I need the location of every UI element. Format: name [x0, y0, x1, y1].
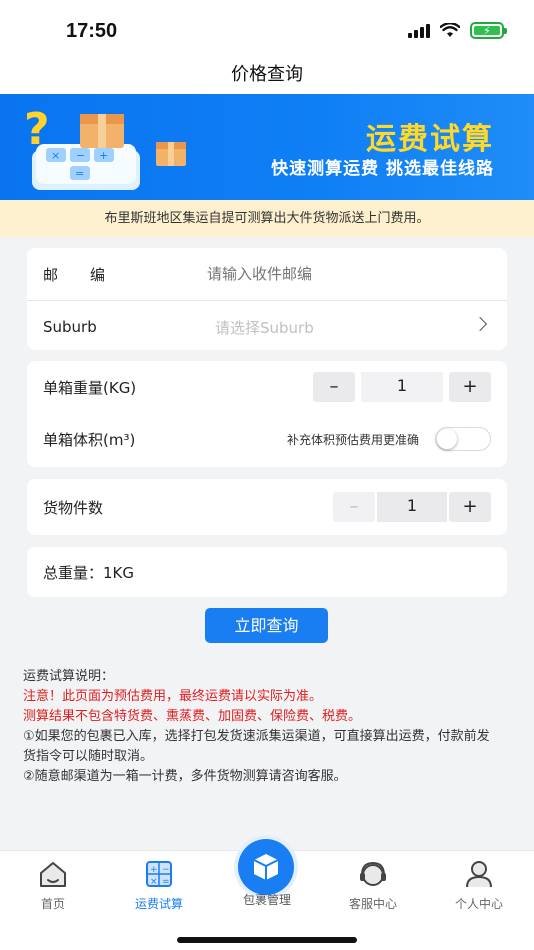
svg-text:=: =	[162, 877, 170, 887]
pieces-plus-button[interactable]: +	[449, 492, 491, 522]
home-icon	[40, 862, 66, 887]
suburb-row[interactable]: Suburb 请选择Suburb	[27, 301, 507, 353]
tab-packages[interactable]	[238, 839, 294, 895]
svg-text:−: −	[162, 865, 170, 875]
tab-bar: 首页 + − × = 运费试算 包裹管理 客服中心 个人中心	[0, 839, 534, 950]
package-icon	[253, 854, 279, 880]
weight-label: 单箱重量(KG)	[43, 378, 137, 397]
svg-text:+: +	[150, 865, 158, 875]
calculator-icon: + − × =	[146, 861, 172, 887]
notes-item-1: ①如果您的包裹已入库，选择打包发货速派集运渠道，可直接算出运费，付款前发货指令可…	[23, 729, 490, 764]
weight-value[interactable]: 1	[361, 372, 443, 402]
svg-text:=: =	[75, 167, 84, 180]
tab-label: 包裹管理	[242, 893, 291, 907]
svg-text:×: ×	[150, 877, 158, 887]
pieces-value[interactable]: 1	[377, 492, 447, 522]
query-button[interactable]: 立即查询	[205, 608, 328, 643]
total-row: 总重量：1KG	[27, 547, 507, 597]
banner-title: 运费试算	[366, 122, 494, 157]
volume-toggle[interactable]	[435, 427, 491, 451]
nav-bar: 价格查询	[0, 56, 534, 94]
weight-row: 单箱重量(KG) – 1 +	[27, 361, 507, 413]
battery-icon: ⚡	[470, 22, 507, 39]
weight-minus-button[interactable]: –	[313, 372, 355, 402]
status-time: 17:50	[66, 20, 118, 42]
tab-home[interactable]: 首页	[8, 859, 98, 912]
weight-plus-button[interactable]: +	[449, 372, 491, 402]
weight-stepper: – 1 +	[313, 372, 491, 402]
volume-hint: 补充体积预估费用更准确	[286, 432, 419, 447]
notes-warning-2: 测算结果不包含特货费、熏蒸费、加固费、保险费、税费。	[23, 709, 362, 724]
postcode-label: 邮编	[43, 265, 138, 284]
headset-icon	[360, 861, 386, 886]
page-title: 价格查询	[231, 64, 303, 85]
svg-text:−: −	[76, 149, 85, 162]
volume-label: 单箱体积(m³)	[43, 430, 136, 449]
banner-subtitle: 快速测算运费 挑选最佳线路	[271, 159, 494, 179]
pieces-stepper: – 1 +	[333, 492, 491, 522]
chevron-right-icon	[472, 316, 488, 332]
tab-profile[interactable]: 个人中心	[434, 859, 524, 912]
pieces-row: 货物件数 – 1 +	[27, 479, 507, 535]
notice-bar: 布里斯班地区集运自提可测算出大件货物派送上门费用。	[0, 200, 534, 237]
suburb-select[interactable]: 请选择Suburb	[215, 317, 314, 338]
svg-text:×: ×	[51, 149, 60, 162]
tab-calculator[interactable]: + − × = 运费试算	[114, 859, 204, 912]
calculator-illustration: ? × − + =	[24, 104, 186, 190]
suburb-label: Suburb	[43, 318, 97, 336]
status-icons: ⚡	[408, 22, 507, 39]
total-weight: 总重量：1KG	[43, 563, 135, 582]
notes-warning-1: 注意！此页面为预估费用，最终运费请以实际为准。	[23, 689, 323, 704]
notes: 运费试算说明： 注意！此页面为预估费用，最终运费请以实际为准。 测算结果不包含特…	[23, 667, 493, 787]
volume-row: 单箱体积(m³) 补充体积预估费用更准确	[27, 413, 507, 465]
total-card: 总重量：1KG	[27, 547, 507, 597]
home-indicator	[177, 937, 357, 943]
postcode-row: 邮编	[27, 248, 507, 300]
box-card: 单箱重量(KG) – 1 + 单箱体积(m³) 补充体积预估费用更准确	[27, 361, 507, 467]
postcode-input[interactable]	[207, 265, 467, 283]
banner: ? × − + = 运费试算 快速测算运费 挑选最佳线路	[0, 94, 534, 200]
pieces-minus-button[interactable]: –	[333, 492, 375, 522]
svg-text:+: +	[99, 149, 108, 162]
user-icon	[466, 861, 492, 888]
tab-label: 客服中心	[348, 897, 397, 911]
address-card: 邮编 Suburb 请选择Suburb	[27, 248, 507, 350]
notes-title: 运费试算说明：	[23, 669, 115, 684]
wifi-icon	[440, 23, 460, 37]
tab-label: 运费试算	[134, 897, 183, 911]
tab-label: 首页	[40, 897, 65, 911]
status-bar: 17:50 ⚡	[0, 0, 534, 56]
tab-label: 个人中心	[454, 897, 503, 911]
pieces-label: 货物件数	[43, 498, 104, 517]
signal-icon	[408, 23, 430, 38]
notes-item-2: ②随意邮渠道为一箱一计费，多件货物测算请咨询客服。	[23, 769, 347, 784]
tab-service[interactable]: 客服中心	[328, 859, 418, 912]
pieces-card: 货物件数 – 1 +	[27, 479, 507, 535]
